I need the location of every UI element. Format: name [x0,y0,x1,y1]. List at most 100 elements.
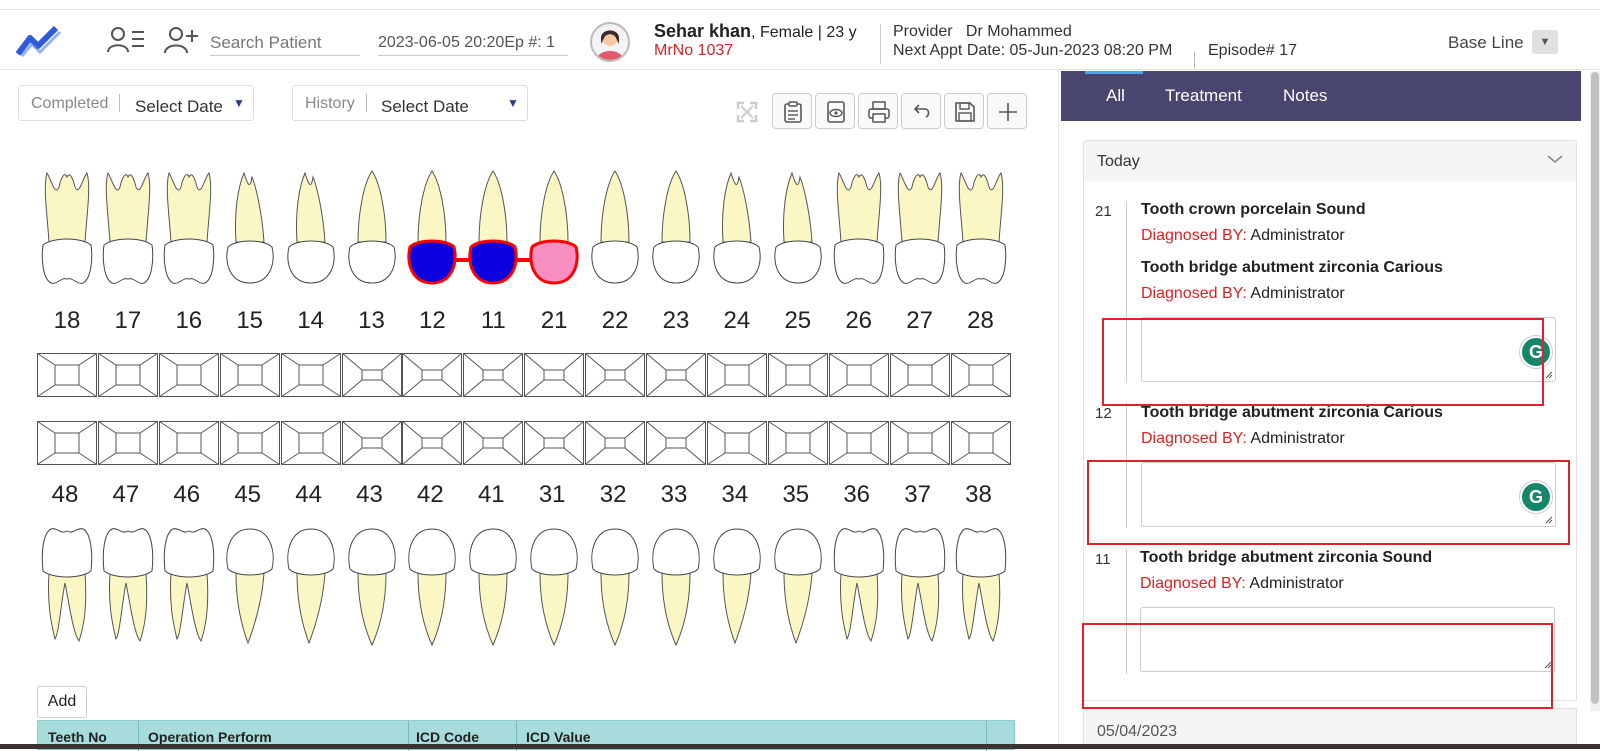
surface-map-12[interactable] [402,353,463,397]
view-button[interactable] [815,93,855,129]
surface-map-28[interactable] [950,353,1011,397]
today-section-header[interactable]: Today [1083,140,1577,182]
surface-map-25[interactable] [767,353,828,397]
completed-date-select[interactable]: Select Date [135,97,223,117]
surface-map-47[interactable] [97,421,158,465]
surface-map-36[interactable] [828,421,889,465]
surface-map-31[interactable] [524,421,585,465]
surface-map-14[interactable] [280,353,341,397]
tooth-47[interactable] [98,523,158,648]
patient-list-icon[interactable] [106,24,146,56]
tooth-41[interactable] [463,523,523,648]
tooth-48[interactable] [37,523,97,648]
previous-date-section-header[interactable]: 05/04/2023 [1083,708,1577,748]
surface-map-13[interactable] [341,353,402,397]
surface-map-43[interactable] [341,421,402,465]
tooth-26[interactable] [829,167,889,292]
undo-button[interactable] [901,93,941,129]
surface-map-46[interactable] [158,421,219,465]
completed-filter[interactable]: Completed Select Date ▼ [18,85,254,121]
date-episode-field[interactable]: 2023-06-05 20:20Ep #: 1 [378,22,568,56]
caret-down-icon[interactable]: ▼ [233,96,245,110]
tooth-43[interactable] [342,523,402,648]
app-logo-icon[interactable] [16,24,62,58]
surface-map-45[interactable] [219,421,280,465]
tooth-36[interactable] [829,523,889,648]
tab-all[interactable]: All [1106,86,1125,106]
tab-treatment[interactable]: Treatment [1165,86,1242,106]
tab-notes[interactable]: Notes [1283,86,1327,106]
surface-map-24[interactable] [706,353,767,397]
scrollbar-thumb[interactable] [1591,72,1599,704]
tooth-27[interactable] [890,167,950,292]
caret-down-icon[interactable]: ▼ [507,96,519,110]
tooth-31[interactable] [524,523,584,648]
surface-map-15[interactable] [219,353,280,397]
surface-map-27[interactable] [889,353,950,397]
tooth-17[interactable] [98,167,158,292]
baseline-select[interactable]: Base Line [1448,33,1524,53]
tooth-33[interactable] [646,523,706,648]
tooth-34[interactable] [707,523,767,648]
tooth-number-15: 15 [236,307,264,334]
surface-map-48[interactable] [37,421,97,465]
add-button[interactable] [987,93,1027,129]
fullscreen-icon[interactable] [736,101,758,123]
add-patient-icon[interactable] [162,24,202,56]
save-button[interactable] [944,93,984,129]
surface-map-23[interactable] [646,353,706,397]
tooth-25[interactable] [768,167,828,292]
surface-map-21[interactable] [524,353,585,397]
tooth-22[interactable] [585,167,645,292]
tooth-11[interactable] [463,167,523,292]
tooth-28[interactable] [951,167,1011,292]
diagnosed-by: Diagnosed BY: Administrator [1141,227,1345,244]
add-row-button[interactable]: Add [37,686,87,718]
tooth-12[interactable] [402,167,462,292]
tooth-37[interactable] [890,523,950,648]
chevron-down-icon[interactable]: ▼ [1532,30,1558,54]
tooth-45[interactable] [220,523,280,648]
undo-icon [913,104,930,118]
history-filter[interactable]: History Select Date ▼ [292,85,528,121]
resize-handle-icon[interactable] [1545,371,1553,379]
surface-map-16[interactable] [158,353,219,397]
history-date-select[interactable]: Select Date [381,97,469,117]
surface-map-41[interactable] [463,421,524,465]
tooth-21[interactable] [524,167,584,292]
tooth-32[interactable] [585,523,645,648]
surface-map-38[interactable] [950,421,1011,465]
tooth-24[interactable] [707,167,767,292]
surface-map-37[interactable] [889,421,950,465]
chevron-down-icon[interactable] [1546,153,1564,165]
tooth-44[interactable] [281,523,341,648]
surface-map-33[interactable] [646,421,706,465]
tooth-42[interactable] [402,523,462,648]
tooth-15[interactable] [220,167,280,292]
surface-map-18[interactable] [37,353,97,397]
tooth-23[interactable] [646,167,706,292]
surface-map-11[interactable] [463,353,524,397]
print-button[interactable] [858,93,898,129]
diagnosed-by: Diagnosed BY: Administrator [1141,285,1345,302]
surface-map-22[interactable] [585,353,646,397]
tooth-16[interactable] [159,167,219,292]
search-patient-input[interactable]: Search Patient [210,22,360,56]
tooth-38[interactable] [951,523,1011,648]
surface-map-17[interactable] [97,353,158,397]
tooth-18[interactable] [37,167,97,292]
surface-map-42[interactable] [402,421,463,465]
tooth-46[interactable] [159,523,219,648]
tooth-number-12: 12 [419,307,446,334]
tooth-14[interactable] [281,167,341,292]
surface-map-32[interactable] [585,421,646,465]
surface-map-44[interactable] [280,421,341,465]
clipboard-button[interactable] [772,93,812,129]
surface-map-26[interactable] [828,353,889,397]
surface-map-35[interactable] [767,421,828,465]
notes-tabs: All Treatment Notes [1061,71,1581,121]
tooth-35[interactable] [768,523,828,648]
surface-map-34[interactable] [706,421,767,465]
tooth-13[interactable] [342,167,402,292]
column-header-icd-value: ICD Value [526,729,591,745]
